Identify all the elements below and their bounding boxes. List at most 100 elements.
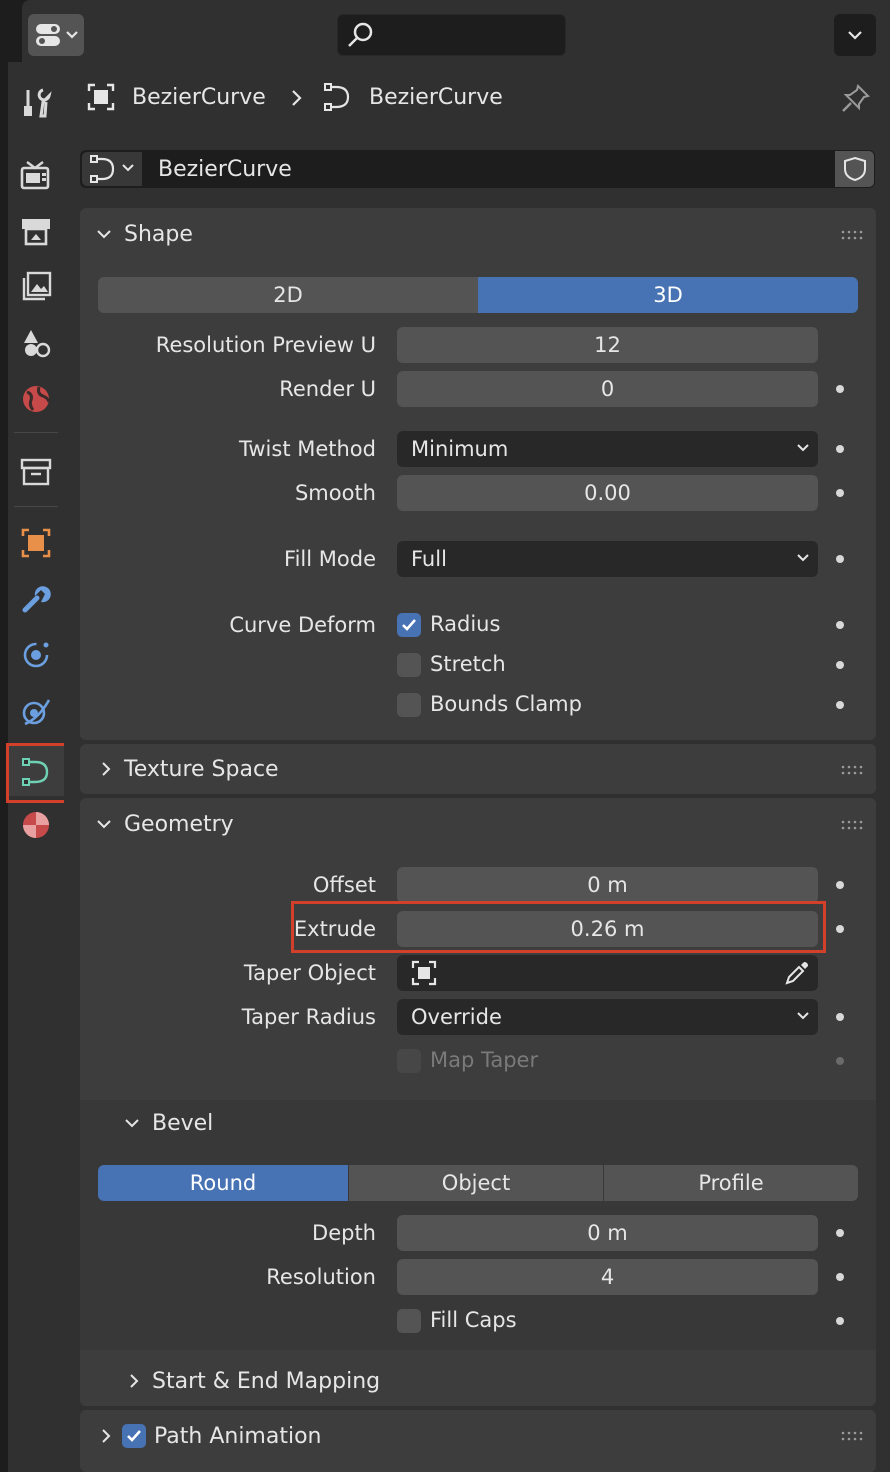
- twist-method-dropdown[interactable]: Minimum: [397, 431, 818, 467]
- path-animation-title: Path Animation: [154, 1423, 322, 1449]
- tab-material[interactable]: [8, 800, 64, 850]
- output-icon: [22, 219, 50, 246]
- tab-tool[interactable]: [8, 78, 64, 128]
- drag-handle-icon[interactable]: [841, 229, 863, 241]
- chevron-down-icon: [97, 820, 111, 829]
- shape-panel-title: Shape: [124, 221, 193, 247]
- drag-handle-icon[interactable]: [841, 819, 863, 831]
- keyframe-dot[interactable]: [836, 1013, 844, 1021]
- fill-caps-checkbox[interactable]: [397, 1309, 421, 1333]
- curve-deform-label: Curve Deform: [229, 613, 376, 637]
- resolution-field[interactable]: 4: [397, 1259, 818, 1295]
- keyframe-dot[interactable]: [836, 701, 844, 709]
- taper-object-label: Taper Object: [243, 961, 376, 985]
- sidebar-divider: [14, 506, 58, 507]
- pin-icon[interactable]: [840, 82, 872, 114]
- geometry-panel-title: Geometry: [124, 811, 234, 837]
- radius-checkbox[interactable]: [397, 613, 421, 637]
- keyframe-dot[interactable]: [836, 661, 844, 669]
- map-taper-checkbox[interactable]: [397, 1049, 421, 1073]
- resolution-preview-u-field[interactable]: 12: [397, 327, 818, 363]
- map-taper-label[interactable]: Map Taper: [430, 1048, 538, 1072]
- chevron-right-icon: [130, 1374, 139, 1388]
- resolution-preview-u-label: Resolution Preview U: [155, 333, 376, 357]
- start-end-mapping-header[interactable]: Start & End Mapping: [126, 1356, 380, 1406]
- eyedropper-icon[interactable]: [784, 960, 810, 986]
- bevel-subpanel-header[interactable]: Bevel: [124, 1098, 213, 1148]
- object-icon: [411, 960, 437, 986]
- keyframe-dot[interactable]: [836, 621, 844, 629]
- depth-field[interactable]: 0 m: [397, 1215, 818, 1251]
- tab-render[interactable]: [8, 150, 64, 200]
- depth-label: Depth: [312, 1221, 376, 1245]
- bevel-profile-button[interactable]: Profile: [604, 1165, 858, 1201]
- keyframe-dot[interactable]: [836, 1057, 844, 1065]
- tab-particles[interactable]: [8, 630, 64, 680]
- fill-caps-label[interactable]: Fill Caps: [430, 1308, 517, 1332]
- options-menu-button[interactable]: [834, 14, 876, 56]
- keyframe-dot[interactable]: [836, 445, 844, 453]
- chevron-right-icon: [292, 90, 302, 106]
- offset-field[interactable]: 0 m: [397, 867, 818, 903]
- resolution-label: Resolution: [266, 1265, 376, 1289]
- drag-handle-icon[interactable]: [841, 764, 863, 776]
- chevron-right-icon: [102, 1429, 111, 1443]
- dimension-2d-button[interactable]: 2D: [98, 277, 478, 313]
- search-input[interactable]: [337, 14, 566, 56]
- drag-handle-icon[interactable]: [841, 1430, 863, 1442]
- twist-method-label: Twist Method: [239, 437, 376, 461]
- radius-label[interactable]: Radius: [430, 612, 500, 636]
- render-u-field[interactable]: 0: [397, 371, 818, 407]
- texture-space-panel-header[interactable]: Texture Space: [98, 744, 279, 794]
- curve-data-icon: [90, 155, 134, 183]
- chevron-down-icon: [848, 31, 862, 40]
- smooth-field[interactable]: 0.00: [397, 475, 818, 511]
- editor-type-icon: [36, 24, 78, 46]
- material-icon: [23, 812, 49, 838]
- texture-space-panel-title: Texture Space: [124, 756, 279, 782]
- bevel-object-button[interactable]: Object: [349, 1165, 603, 1201]
- stretch-checkbox[interactable]: [397, 653, 421, 677]
- curve-data-icon: [324, 83, 350, 111]
- browse-curve-button[interactable]: [82, 152, 142, 186]
- path-animation-checkbox[interactable]: [122, 1424, 146, 1448]
- fill-mode-label: Fill Mode: [284, 547, 376, 571]
- modifier-icon: [22, 586, 51, 613]
- search-icon: [348, 22, 373, 47]
- twist-method-value: Minimum: [411, 437, 509, 461]
- tab-view-layer[interactable]: [8, 262, 64, 312]
- physics-icon: [22, 699, 51, 726]
- keyframe-dot[interactable]: [836, 1273, 844, 1281]
- datablock-name[interactable]: BezierCurve: [158, 150, 292, 188]
- keyframe-dot[interactable]: [836, 925, 844, 933]
- geometry-panel-header[interactable]: Geometry: [96, 798, 234, 850]
- taper-radius-label: Taper Radius: [241, 1005, 376, 1029]
- dimension-3d-button[interactable]: 3D: [478, 277, 858, 313]
- chevron-down-icon: [797, 554, 809, 562]
- chevron-down-icon: [797, 444, 809, 452]
- bounds-clamp-checkbox[interactable]: [397, 693, 421, 717]
- keyframe-dot[interactable]: [836, 1317, 844, 1325]
- chevron-down-icon: [125, 1119, 139, 1128]
- keyframe-dot[interactable]: [836, 1229, 844, 1237]
- tool-icon: [24, 88, 52, 118]
- fill-mode-dropdown[interactable]: Full: [397, 541, 818, 577]
- bounds-clamp-label[interactable]: Bounds Clamp: [430, 692, 582, 716]
- stretch-label[interactable]: Stretch: [430, 652, 506, 676]
- bevel-round-button[interactable]: Round: [98, 1165, 348, 1201]
- tab-physics[interactable]: [8, 686, 64, 736]
- keyframe-dot[interactable]: [836, 385, 844, 393]
- keyframe-dot[interactable]: [836, 489, 844, 497]
- taper-radius-dropdown[interactable]: Override: [397, 999, 818, 1035]
- fake-user-button[interactable]: [835, 151, 874, 187]
- editor-type-button[interactable]: [28, 14, 84, 56]
- path-animation-header[interactable]: Path Animation: [98, 1411, 321, 1461]
- offset-label: Offset: [312, 873, 376, 897]
- shape-panel-header[interactable]: Shape: [96, 208, 193, 260]
- tab-output[interactable]: [8, 206, 64, 256]
- render-u-label: Render U: [279, 377, 376, 401]
- taper-object-field[interactable]: [397, 955, 818, 991]
- breadcrumb-object: BezierCurve: [132, 84, 266, 110]
- keyframe-dot[interactable]: [836, 881, 844, 889]
- keyframe-dot[interactable]: [836, 555, 844, 563]
